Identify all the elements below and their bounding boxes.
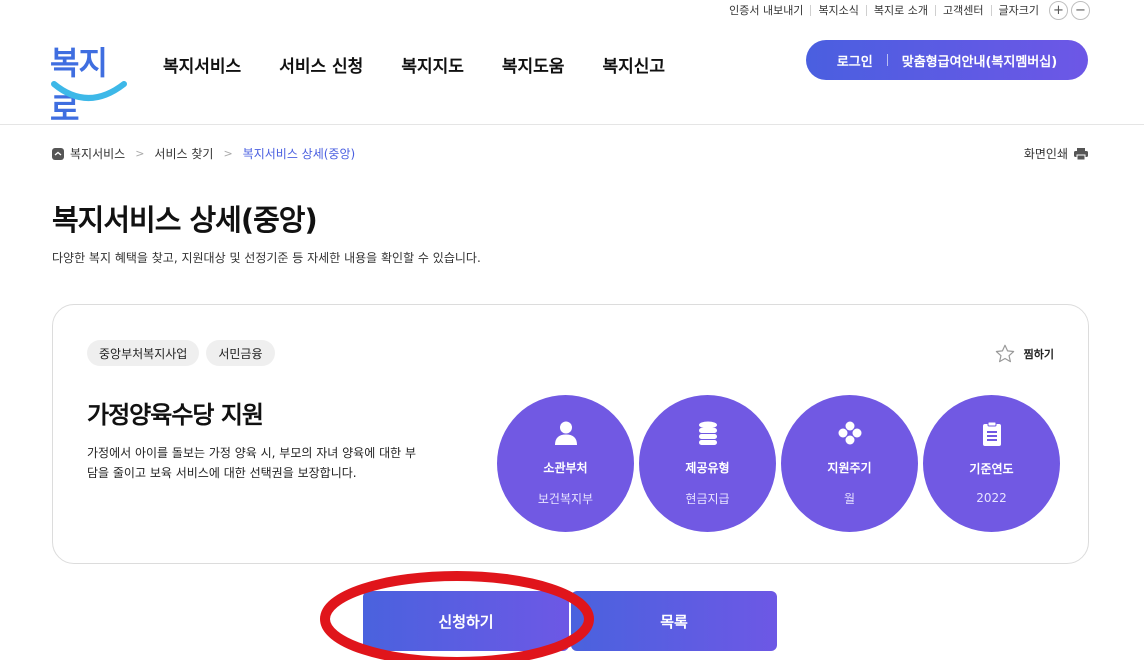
favorite-label: 찜하기 bbox=[1023, 348, 1054, 361]
coins-icon bbox=[698, 421, 717, 445]
tag-finance: 서민금융 bbox=[206, 340, 275, 366]
person-icon bbox=[554, 421, 577, 445]
customer-center-link[interactable]: 고객센터 bbox=[935, 4, 990, 16]
login-button[interactable]: 로그인 bbox=[837, 51, 873, 70]
nav-welfare-help[interactable]: 복지도움 bbox=[502, 52, 565, 77]
info-value: 2022 bbox=[976, 491, 1007, 505]
info-provision-type: 제공유형 현금지급 bbox=[639, 395, 776, 532]
nav-welfare-report[interactable]: 복지신고 bbox=[602, 52, 665, 77]
breadcrumb: 복지서비스 > 서비스 찾기 > 복지서비스 상세(중앙) bbox=[52, 145, 355, 162]
nav-welfare-service[interactable]: 복지서비스 bbox=[163, 52, 241, 77]
service-card: 중앙부처복지사업 서민금융 찜하기 가정양육수당 지원 가정에서 아이를 돌보는… bbox=[52, 304, 1089, 564]
nav-service-apply[interactable]: 서비스 신청 bbox=[279, 52, 363, 77]
about-link[interactable]: 복지로 소개 bbox=[865, 4, 935, 16]
site-logo[interactable]: 복지로 bbox=[50, 38, 130, 128]
page-description: 다양한 복지 혜택을 찾고, 지원대상 및 선정기준 등 자세한 내용을 확인할… bbox=[52, 251, 481, 265]
star-icon bbox=[995, 344, 1014, 363]
breadcrumb-item-current: 복지서비스 상세(중앙) bbox=[242, 147, 356, 161]
cycle-icon bbox=[838, 421, 861, 444]
apply-button[interactable]: 신청하기 bbox=[363, 591, 569, 651]
info-base-year: 기준연도 2022 bbox=[923, 395, 1060, 532]
info-label: 지원주기 bbox=[827, 460, 872, 475]
list-button[interactable]: 목록 bbox=[571, 591, 777, 651]
printer-icon bbox=[1074, 147, 1088, 160]
info-support-cycle: 지원주기 월 bbox=[781, 395, 918, 532]
site-header: 복지로 복지서비스 서비스 신청 복지지도 복지도움 복지신고 로그인 맞춤형급… bbox=[0, 20, 1144, 128]
service-tags: 중앙부처복지사업 서민금융 bbox=[87, 340, 275, 366]
zoom-in-button[interactable]: + bbox=[1049, 0, 1068, 20]
divider bbox=[886, 54, 888, 66]
service-info-circles: 소관부처 보건복지부 제공유형 현금지급 지원주기 월 기준연도 2022 bbox=[497, 395, 1060, 532]
info-ministry: 소관부처 보건복지부 bbox=[497, 395, 634, 532]
print-button[interactable]: 화면인쇄 bbox=[1024, 145, 1088, 162]
breadcrumb-item-service-find[interactable]: 서비스 찾기 bbox=[154, 145, 213, 162]
info-value: 현금지급 bbox=[685, 491, 730, 506]
login-bar: 로그인 맞춤형급여안내(복지멤버십) bbox=[806, 40, 1088, 80]
favorite-button[interactable]: 찜하기 bbox=[994, 343, 1054, 365]
document-icon bbox=[982, 422, 1001, 446]
service-description: 가정에서 아이를 돌보는 가정 양육 시, 부모의 자녀 양육에 대한 부담을 … bbox=[87, 446, 417, 480]
membership-button[interactable]: 맞춤형급여안내(복지멤버십) bbox=[902, 51, 1057, 70]
info-label: 기준연도 bbox=[969, 462, 1014, 476]
chevron-right-icon: > bbox=[223, 147, 233, 160]
main-nav: 복지서비스 서비스 신청 복지지도 복지도움 복지신고 bbox=[163, 52, 703, 77]
utility-bar: 인증서 내보내기 복지소식 복지로 소개 고객센터 글자크기 + − bbox=[722, 0, 1090, 20]
info-label: 제공유형 bbox=[685, 460, 730, 475]
info-value: 월 bbox=[843, 491, 856, 506]
info-label: 소관부처 bbox=[543, 460, 588, 475]
tag-central-welfare: 중앙부처복지사업 bbox=[87, 340, 200, 366]
breadcrumb-item-welfare-service[interactable]: 복지서비스 bbox=[70, 145, 125, 162]
zoom-out-button[interactable]: − bbox=[1071, 0, 1090, 20]
chevron-right-icon: > bbox=[135, 147, 145, 160]
page-title: 복지서비스 상세(중앙) bbox=[52, 203, 318, 237]
print-label: 화면인쇄 bbox=[1023, 147, 1068, 161]
service-title: 가정양육수당 지원 bbox=[87, 401, 264, 429]
info-value: 보건복지부 bbox=[537, 491, 594, 506]
cert-export-link[interactable]: 인증서 내보내기 bbox=[722, 5, 810, 16]
home-icon[interactable] bbox=[52, 147, 64, 160]
welfare-news-link[interactable]: 복지소식 bbox=[810, 4, 865, 16]
nav-welfare-map[interactable]: 복지지도 bbox=[401, 52, 464, 77]
logo-swoosh-icon bbox=[51, 81, 127, 101]
font-size-label: 글자크기 bbox=[990, 4, 1046, 16]
